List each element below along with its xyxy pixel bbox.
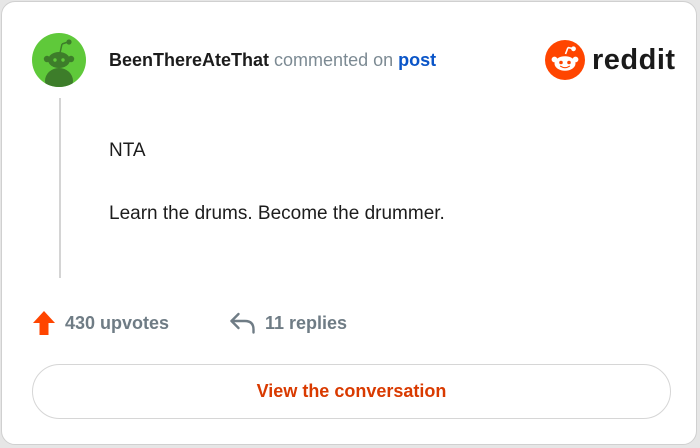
post-link[interactable]: post: [398, 50, 436, 70]
reddit-snoo-icon: [545, 40, 585, 80]
user-avatar[interactable]: [32, 33, 86, 87]
reply-arrow-icon: [230, 312, 255, 334]
comment-embed-card: BeenThereAteThat commented on post reddi…: [1, 1, 697, 445]
comment-body-line-1: NTA: [109, 140, 146, 161]
comment-body-line-2: Learn the drums. Become the drummer.: [109, 203, 445, 224]
snoo-avatar-icon: [43, 39, 75, 87]
view-conversation-button[interactable]: View the conversation: [32, 364, 671, 419]
reddit-logo[interactable]: reddit: [545, 40, 676, 80]
author-username[interactable]: BeenThereAteThat: [109, 50, 269, 70]
replies-count: 11 replies: [265, 312, 348, 333]
replies-stat[interactable]: 11 replies: [229, 310, 347, 336]
action-text: commented on: [274, 50, 394, 70]
comment-header: BeenThereAteThat commented on post: [109, 49, 436, 71]
upvote-arrow-icon: [33, 311, 55, 335]
thread-line: [59, 98, 61, 278]
upvotes-count: 430 upvotes: [65, 312, 170, 333]
upvotes-stat[interactable]: 430 upvotes: [32, 310, 169, 336]
reddit-wordmark: reddit: [592, 44, 676, 76]
